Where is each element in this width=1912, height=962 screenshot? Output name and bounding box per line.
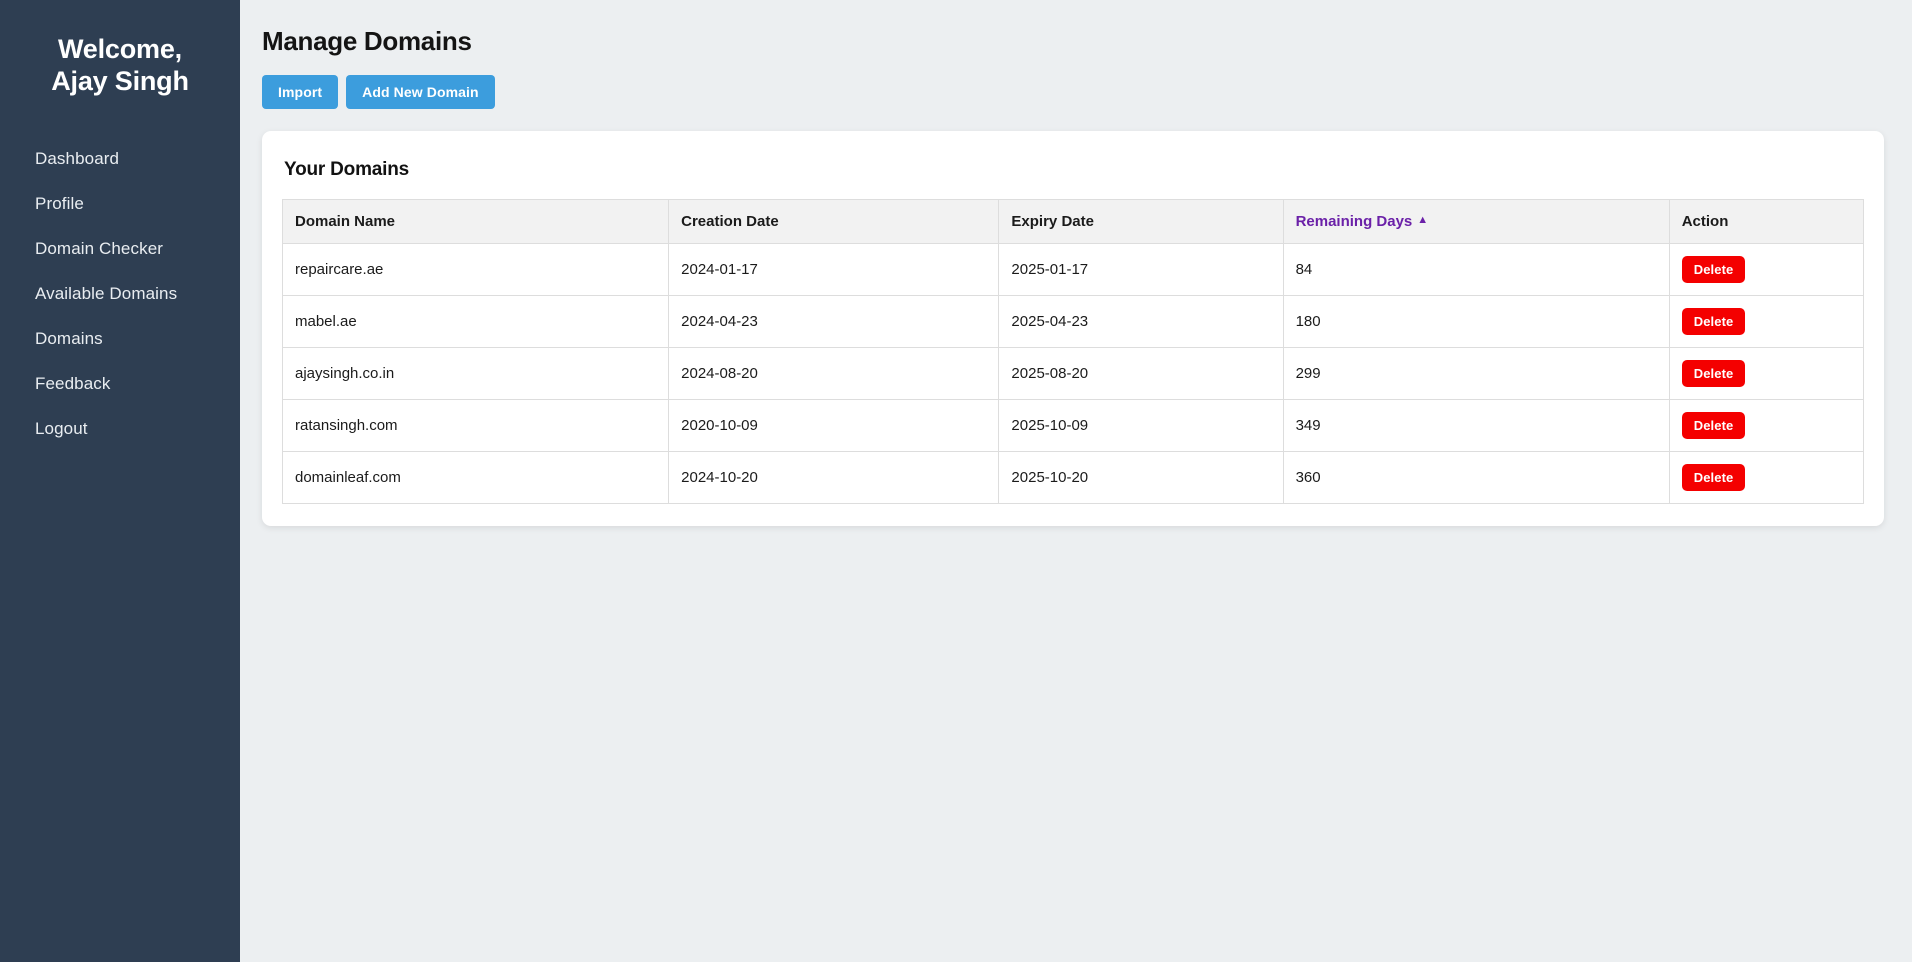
sidebar: Welcome, Ajay Singh Dashboard Profile Do…: [0, 0, 240, 962]
table-row: ajaysingh.co.in 2024-08-20 2025-08-20 29…: [281, 347, 1865, 400]
domains-table: Domain Name Creation Date Expiry Date Re…: [281, 199, 1865, 504]
cell-expiry-date: 2025-10-09: [998, 399, 1284, 452]
page-title: Manage Domains: [262, 26, 472, 56]
cell-expiry-date: 2025-04-23: [998, 295, 1284, 348]
column-header-label: Domain Name: [295, 213, 396, 230]
column-header-label: Creation Date: [681, 213, 779, 230]
welcome-line-1: Welcome,: [58, 34, 182, 64]
main-content: Manage Domains Import Add New Domain You…: [240, 0, 1912, 962]
cell-expiry-date: 2025-01-17: [998, 243, 1284, 296]
welcome-line-2: Ajay Singh: [51, 65, 189, 96]
table-row: mabel.ae 2024-04-23 2025-04-23 180 Delet…: [281, 295, 1865, 348]
cell-expiry-date: 2025-10-20: [998, 451, 1284, 504]
table-header: Domain Name Creation Date Expiry Date Re…: [281, 199, 1865, 244]
cell-domain-name: ratansingh.com: [281, 399, 670, 452]
delete-button[interactable]: Delete: [1681, 412, 1746, 439]
cell-creation-date: 2024-10-20: [668, 451, 1000, 504]
cell-action: Delete: [1668, 295, 1865, 348]
cell-creation-date: 2024-04-23: [668, 295, 1000, 348]
cell-domain-name: domainleaf.com: [281, 451, 670, 504]
cell-domain-name: mabel.ae: [281, 295, 670, 348]
sidebar-welcome-title: Welcome, Ajay Singh: [0, 34, 240, 98]
cell-remaining-days: 84: [1282, 243, 1670, 296]
column-header-label: Expiry Date: [1011, 213, 1094, 230]
cell-remaining-days: 360: [1282, 451, 1670, 504]
cell-remaining-days: 180: [1282, 295, 1670, 348]
sort-control-remaining-days[interactable]: Remaining Days ▲: [1296, 213, 1429, 230]
cell-creation-date: 2020-10-09: [668, 399, 1000, 452]
sort-ascending-icon: ▲: [1417, 214, 1429, 226]
cell-creation-date: 2024-01-17: [668, 243, 1000, 296]
sidebar-item-available-domains[interactable]: Available Domains: [0, 271, 240, 316]
cell-remaining-days: 349: [1282, 399, 1670, 452]
card-title: Your Domains: [284, 159, 409, 180]
sidebar-item-feedback[interactable]: Feedback: [0, 361, 240, 406]
table-row: domainleaf.com 2024-10-20 2025-10-20 360…: [281, 451, 1865, 504]
delete-button[interactable]: Delete: [1681, 308, 1746, 335]
cell-action: Delete: [1668, 399, 1865, 452]
column-header-label: Action: [1681, 213, 1729, 230]
cell-remaining-days: 299: [1282, 347, 1670, 400]
cell-domain-name: ajaysingh.co.in: [281, 347, 670, 400]
column-header-domain-name[interactable]: Domain Name: [281, 199, 670, 244]
delete-button[interactable]: Delete: [1681, 256, 1746, 283]
your-domains-card: Your Domains Domain Name Creation Date E…: [262, 131, 1884, 526]
column-header-creation-date[interactable]: Creation Date: [668, 199, 1000, 244]
column-header-expiry-date[interactable]: Expiry Date: [998, 199, 1284, 244]
app-root: Welcome, Ajay Singh Dashboard Profile Do…: [0, 0, 1912, 962]
sidebar-item-logout[interactable]: Logout: [0, 406, 240, 451]
table-row: repaircare.ae 2024-01-17 2025-01-17 84 D…: [281, 243, 1865, 296]
cell-domain-name: repaircare.ae: [281, 243, 670, 296]
delete-button[interactable]: Delete: [1681, 464, 1746, 491]
sidebar-item-domain-checker[interactable]: Domain Checker: [0, 226, 240, 271]
cell-creation-date: 2024-08-20: [668, 347, 1000, 400]
column-header-remaining-days[interactable]: Remaining Days ▲: [1282, 199, 1670, 244]
sidebar-item-dashboard[interactable]: Dashboard: [0, 136, 240, 181]
column-header-action: Action: [1668, 199, 1865, 244]
cell-action: Delete: [1668, 347, 1865, 400]
table-header-row: Domain Name Creation Date Expiry Date Re…: [281, 199, 1865, 244]
cell-expiry-date: 2025-08-20: [998, 347, 1284, 400]
sidebar-item-profile[interactable]: Profile: [0, 181, 240, 226]
table-row: ratansingh.com 2020-10-09 2025-10-09 349…: [281, 399, 1865, 452]
add-new-domain-button[interactable]: Add New Domain: [346, 75, 495, 109]
sidebar-item-domains[interactable]: Domains: [0, 316, 240, 361]
delete-button[interactable]: Delete: [1681, 360, 1746, 387]
table-body: repaircare.ae 2024-01-17 2025-01-17 84 D…: [281, 243, 1865, 504]
toolbar: Import Add New Domain: [262, 75, 1884, 109]
sidebar-nav-list: Dashboard Profile Domain Checker Availab…: [0, 136, 240, 451]
import-button[interactable]: Import: [262, 75, 339, 109]
cell-action: Delete: [1668, 243, 1865, 296]
column-header-label: Remaining Days: [1295, 213, 1413, 230]
cell-action: Delete: [1668, 451, 1865, 504]
